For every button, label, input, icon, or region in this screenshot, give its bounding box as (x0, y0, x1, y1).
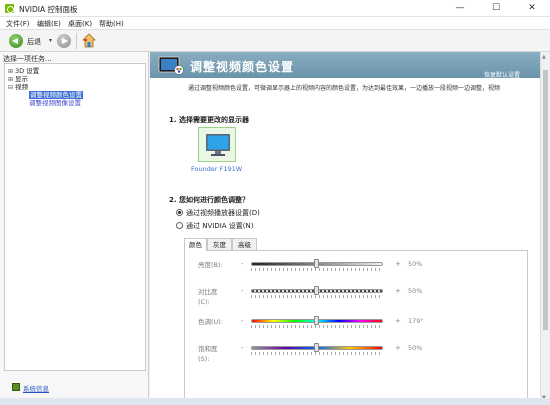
scrollbar-thumb[interactable] (543, 70, 548, 330)
home-icon[interactable] (82, 33, 96, 48)
toolbar: 后退 ▾ (0, 30, 550, 52)
hue-ticks (251, 325, 383, 328)
back-arrow-icon[interactable] (9, 34, 23, 48)
tree-item-label: 调整视频颜色设置 (29, 91, 83, 99)
radio-nvidia-settings[interactable] (176, 222, 183, 229)
restore-defaults-link[interactable]: 恢复默认设置 (484, 70, 520, 79)
maximize-button[interactable]: ☐ (478, 0, 514, 17)
contrast-label: 对比度 (C): (198, 288, 218, 306)
hue-value: 179° (408, 317, 424, 325)
menu-bar: 文件(F) 编辑(E) 桌面(K) 帮助(H) (0, 17, 550, 30)
brightness-ticks (251, 268, 383, 271)
section-color-method-title: 2. 您如何进行颜色调整？ (169, 196, 249, 204)
contrast-value: 50% (408, 287, 423, 295)
tree-item-video-color-settings[interactable]: 调整视频颜色设置 (29, 91, 83, 99)
contrast-slider-thumb[interactable] (314, 286, 319, 295)
menu-file[interactable]: 文件(F) (6, 19, 30, 29)
saturation-value: 50% (408, 344, 423, 352)
hue-slider-thumb[interactable] (314, 316, 319, 325)
monitor-icon (206, 134, 230, 156)
tree-item-label: 3D 设置 (15, 67, 40, 75)
collapse-icon[interactable]: ⊟ (8, 84, 15, 92)
menu-desktop[interactable]: 桌面(K) (68, 19, 92, 29)
saturation-increase[interactable]: + (395, 344, 401, 352)
task-tree: ⊞ 3D 设置 ⊞ 显示 ⊟ 视频 调整视频颜色设置 调整视频图像设置 (4, 63, 146, 371)
radio-video-player-settings[interactable] (176, 209, 183, 216)
menu-edit[interactable]: 编辑(E) (37, 19, 61, 29)
system-info-link[interactable]: 系统信息 (23, 383, 49, 393)
display-name-label[interactable]: Founder F191W (191, 165, 242, 173)
tab-advanced[interactable]: 高级 (232, 238, 257, 250)
minimize-button[interactable]: — (442, 0, 478, 17)
tree-item-display[interactable]: ⊞ 显示 (8, 75, 28, 83)
task-sidebar: 选择一项任务... ⊞ 3D 设置 ⊞ 显示 ⊟ 视频 调整视频颜色设置 调整视频图像… (0, 52, 149, 405)
color-tab-panel: 亮度(B): - + 50% 对比度 (C): - + 50% 色调(U): -… (184, 250, 528, 405)
nvidia-logo-icon (5, 4, 14, 13)
brightness-label: 亮度(B): (198, 261, 223, 269)
main-content: 调整视频颜色设置 恢复默认设置 通过调整视频颜色设置，可微调显示器上的视频内容的… (150, 52, 540, 405)
saturation-decrease[interactable]: - (241, 344, 244, 352)
page-banner: 调整视频颜色设置 恢复默认设置 (150, 52, 540, 79)
brightness-slider-thumb[interactable] (314, 259, 319, 268)
tab-color[interactable]: 颜色 (184, 238, 207, 251)
main-scrollbar[interactable]: ▲ ▼ (540, 52, 550, 405)
close-button[interactable]: ✕ (514, 0, 550, 17)
saturation-label: 饱和度 (S): (198, 345, 218, 363)
forward-arrow-icon[interactable] (57, 34, 71, 48)
taskbar-strip (0, 398, 550, 405)
page-description: 通过调整视频颜色设置，可微调显示器上的视频内容的颜色设置，为达到最佳效果，一边播… (188, 85, 501, 92)
tree-item-3d-settings[interactable]: ⊞ 3D 设置 (8, 67, 39, 75)
brightness-value: 50% (408, 260, 423, 268)
contrast-increase[interactable]: + (395, 287, 401, 295)
toolbar-separator (76, 33, 77, 49)
title-bar: NVIDIA 控制面板 — ☐ ✕ (0, 0, 550, 17)
tree-item-label: 视频 (15, 83, 28, 91)
tab-gamma[interactable]: 灰度 (207, 238, 232, 250)
brightness-increase[interactable]: + (395, 260, 401, 268)
tree-item-label: 显示 (15, 75, 28, 83)
contrast-ticks (251, 295, 383, 298)
window-title: NVIDIA 控制面板 (19, 5, 78, 14)
display-tile[interactable] (198, 127, 236, 162)
saturation-ticks (251, 352, 383, 355)
radio-video-player-settings-label[interactable]: 通过视频播放器设置(D) (186, 208, 260, 218)
hue-increase[interactable]: + (395, 317, 401, 325)
system-info-icon (12, 383, 20, 391)
hue-decrease[interactable]: - (241, 317, 244, 325)
history-dropdown[interactable]: ▾ (49, 37, 52, 44)
page-title: 调整视频颜色设置 (190, 60, 295, 74)
video-color-icon (158, 56, 184, 75)
scroll-up-arrow-icon[interactable]: ▲ (542, 54, 546, 60)
radio-nvidia-settings-label[interactable]: 通过 NVIDIA 设置(N) (186, 221, 253, 231)
brightness-decrease[interactable]: - (241, 260, 244, 268)
menu-help[interactable]: 帮助(H) (99, 19, 124, 29)
tree-item-video-image-settings[interactable]: 调整视频图像设置 (29, 99, 81, 107)
back-button-label[interactable]: 后退 (27, 37, 41, 47)
tree-item-video[interactable]: ⊟ 视频 (8, 83, 28, 91)
contrast-decrease[interactable]: - (241, 287, 244, 295)
section-select-display-title: 1. 选择需要更改的显示器 (169, 116, 249, 124)
hue-label: 色调(U): (198, 318, 224, 326)
saturation-slider-thumb[interactable] (314, 343, 319, 352)
tree-item-label: 调整视频图像设置 (29, 99, 81, 107)
